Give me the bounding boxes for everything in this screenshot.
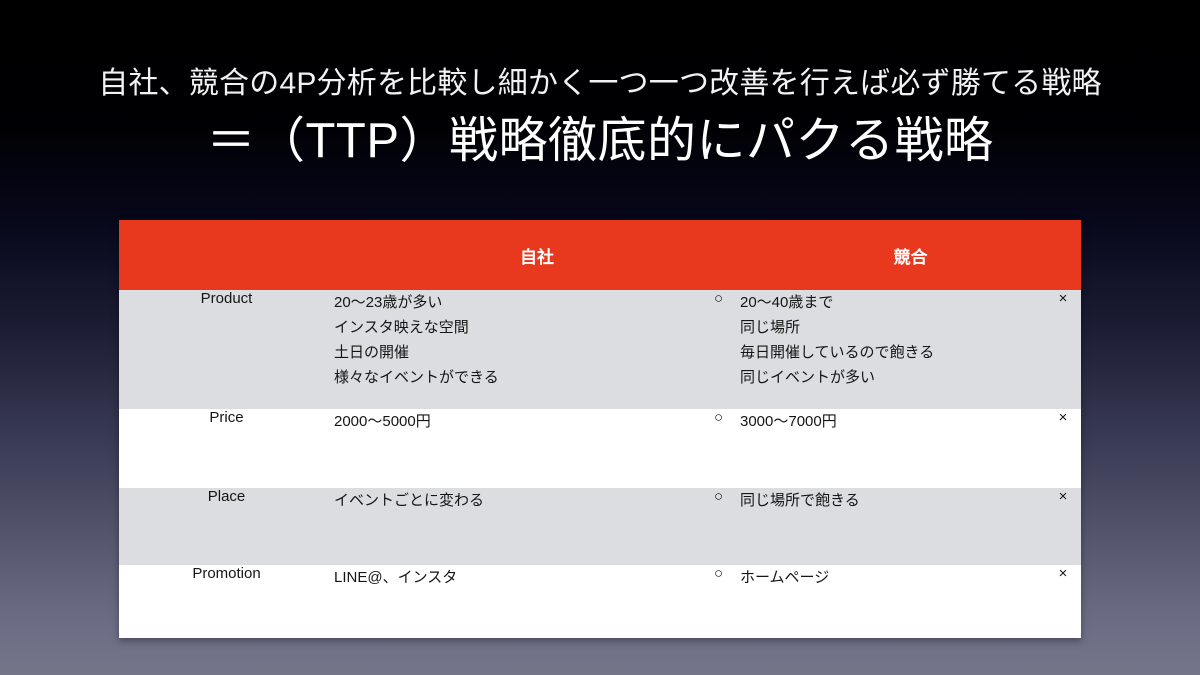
four-p-comparison-table: 自社 競合 Product 20〜23歳が多い インスタ映えな空間 土日の開催 … [119,220,1081,638]
table-row: Place イベントごとに変わる ○ 同じ場所で飽きる × [119,488,1081,565]
header-competitor: 競合 [740,220,1081,290]
competitor-mark-promotion: × [1045,565,1081,638]
table-body: Product 20〜23歳が多い インスタ映えな空間 土日の開催 様々なイベン… [119,290,1081,638]
competitor-text-product: 20〜40歳まで 同じ場所 毎日開催しているので飽きる 同じイベントが多い [740,290,1045,409]
row-label-promotion: Promotion [119,565,334,638]
own-mark-place: ○ [697,488,740,565]
own-text-price: 2000〜5000円 [334,409,697,488]
own-text-promotion: LINE@、インスタ [334,565,697,638]
row-label-price: Price [119,409,334,488]
competitor-mark-price: × [1045,409,1081,488]
table-row: Product 20〜23歳が多い インスタ映えな空間 土日の開催 様々なイベン… [119,290,1081,409]
slide-title-block: 自社、競合の4P分析を比較し細かく一つ一つ改善を行えば必ず勝てる戦略 ＝（TTP… [0,62,1200,174]
row-label-product: Product [119,290,334,409]
competitor-mark-product: × [1045,290,1081,409]
competitor-text-place: 同じ場所で飽きる [740,488,1045,565]
own-text-place: イベントごとに変わる [334,488,697,565]
header-label-column [119,220,334,290]
title-line-secondary: ＝（TTP）戦略徹底的にパクる戦略 [206,114,994,168]
own-mark-price: ○ [697,409,740,488]
own-text-product: 20〜23歳が多い インスタ映えな空間 土日の開催 様々なイベントができる [334,290,697,409]
comparison-table-container: 自社 競合 Product 20〜23歳が多い インスタ映えな空間 土日の開催 … [119,220,1081,638]
own-mark-product: ○ [697,290,740,409]
table-row: Price 2000〜5000円 ○ 3000〜7000円 × [119,409,1081,488]
competitor-text-price: 3000〜7000円 [740,409,1045,488]
competitor-mark-place: × [1045,488,1081,565]
row-label-place: Place [119,488,334,565]
table-row: Promotion LINE@、インスタ ○ ホームページ × [119,565,1081,638]
own-mark-promotion: ○ [697,565,740,638]
table-header-row: 自社 競合 [119,220,1081,290]
competitor-text-promotion: ホームページ [740,565,1045,638]
table-header: 自社 競合 [119,220,1081,290]
header-own-company: 自社 [334,220,740,290]
slide-canvas: 自社、競合の4P分析を比較し細かく一つ一つ改善を行えば必ず勝てる戦略 ＝（TTP… [0,0,1200,675]
title-line-primary: 自社、競合の4P分析を比較し細かく一つ一つ改善を行えば必ず勝てる戦略 [98,67,1102,100]
